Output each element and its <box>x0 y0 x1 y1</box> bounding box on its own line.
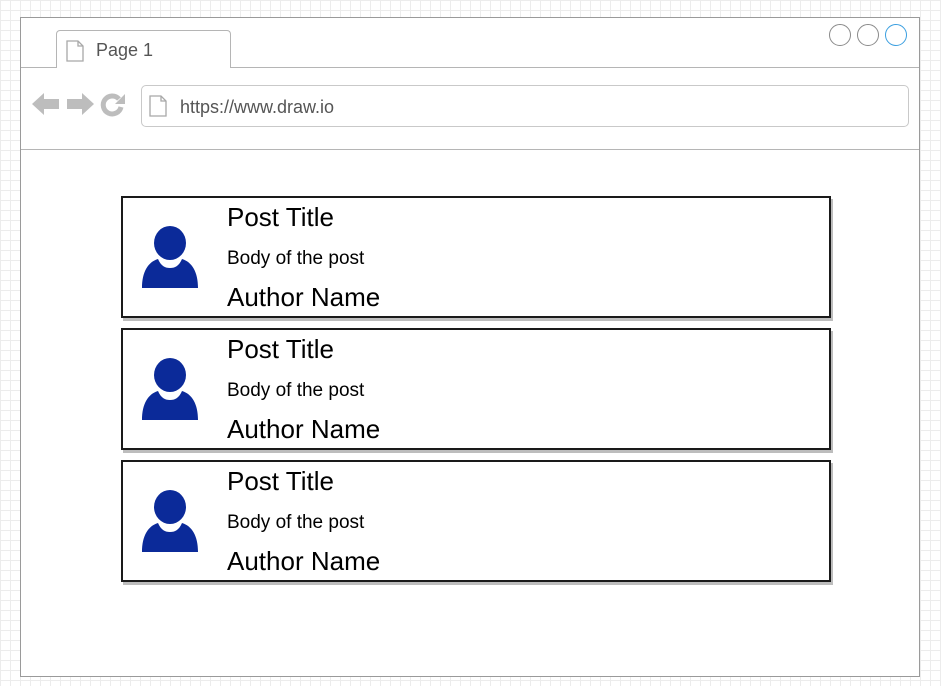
tab-label: Page 1 <box>96 40 154 60</box>
post-author: Author Name <box>227 546 381 576</box>
tab-page-1[interactable]: Page 1 <box>56 30 231 68</box>
post-card[interactable]: Post Title Body of the post Author Name <box>121 328 831 450</box>
maximize-button[interactable] <box>885 24 907 46</box>
toolbar-divider <box>21 149 919 150</box>
window-controls <box>829 24 913 46</box>
post-title: Post Title <box>227 334 334 364</box>
page-icon <box>66 40 84 67</box>
active-tab-gap <box>57 66 230 69</box>
restore-button[interactable] <box>857 24 879 46</box>
minimize-button[interactable] <box>829 24 851 46</box>
post-author: Author Name <box>227 282 381 312</box>
post-title: Post Title <box>227 202 334 232</box>
page-icon <box>149 95 167 122</box>
post-card[interactable]: Post Title Body of the post Author Name <box>121 196 831 318</box>
address-url: https://www.draw.io <box>180 97 335 117</box>
post-author: Author Name <box>227 414 381 444</box>
post-card[interactable]: Post Title Body of the post Author Name <box>121 460 831 582</box>
address-bar[interactable]: https://www.draw.io <box>141 85 909 127</box>
post-body: Body of the post <box>227 380 365 401</box>
forward-arrow-icon[interactable] <box>65 91 95 117</box>
refresh-icon[interactable] <box>99 90 127 118</box>
post-list: Post Title Body of the post Author Name … <box>121 196 831 592</box>
post-body: Body of the post <box>227 248 365 269</box>
post-body: Body of the post <box>227 512 365 533</box>
user-icon <box>141 490 199 557</box>
back-arrow-icon[interactable] <box>31 91 61 117</box>
user-icon <box>141 226 199 293</box>
post-title: Post Title <box>227 466 334 496</box>
browser-window: Page 1 https://www.draw.io Post Title Bo… <box>20 17 920 677</box>
navigation-buttons <box>31 90 131 118</box>
user-icon <box>141 358 199 425</box>
